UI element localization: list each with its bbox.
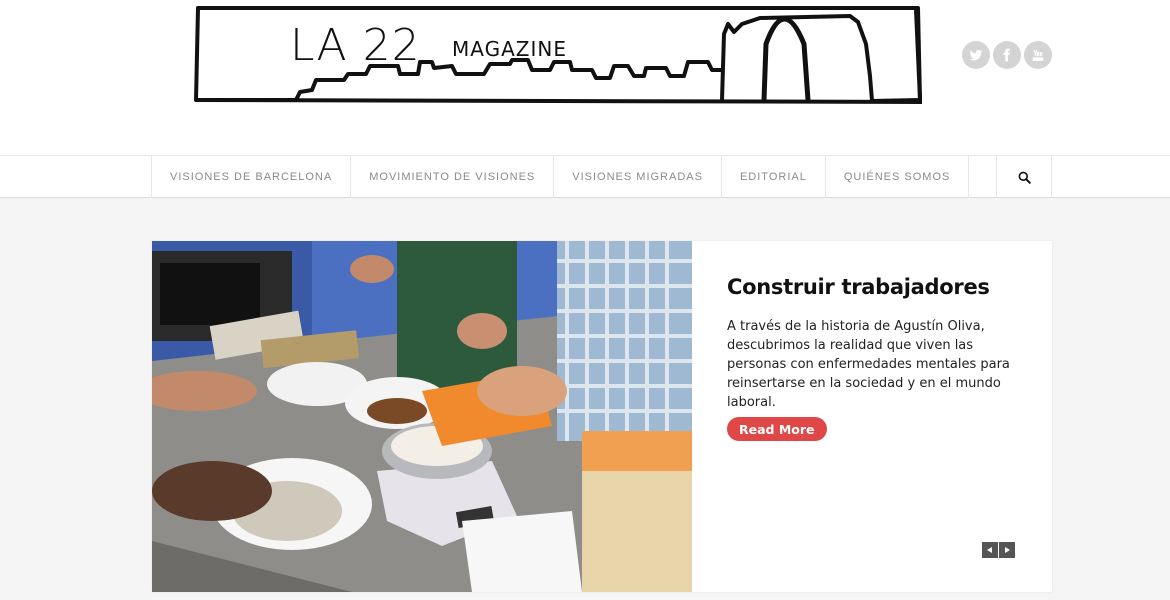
- site-header: LA 22 MAGAZINE: [0, 0, 1170, 155]
- nav-item-quienes-somos[interactable]: QUIÉNES SOMOS: [826, 156, 970, 198]
- nav-menu: VISIONES DE BARCELONA MOVIMIENTO DE VISI…: [151, 156, 1052, 198]
- twitter-icon[interactable]: [962, 41, 990, 69]
- svg-text:MAGAZINE: MAGAZINE: [452, 37, 567, 61]
- main-navigation: VISIONES DE BARCELONA MOVIMIENTO DE VISI…: [0, 155, 1170, 198]
- search-button[interactable]: [996, 156, 1052, 198]
- featured-slider: Construir trabajadores A través de la hi…: [152, 241, 1052, 592]
- slide-content: Construir trabajadores A través de la hi…: [727, 275, 1017, 412]
- nav-item-movimiento-de-visiones[interactable]: MOVIMIENTO DE VISIONES: [351, 156, 555, 198]
- slide-title[interactable]: Construir trabajadores: [727, 275, 1017, 299]
- youtube-icon[interactable]: [1024, 41, 1052, 69]
- slider-controls: [982, 542, 1015, 558]
- cooking-class-photo[interactable]: [152, 241, 692, 592]
- nav-item-editorial[interactable]: EDITORIAL: [722, 156, 826, 198]
- facebook-icon[interactable]: [993, 41, 1021, 69]
- logo-skyline: LA 22 MAGAZINE: [194, 6, 923, 104]
- nav-item-visiones-migradas[interactable]: VISIONES MIGRADAS: [554, 156, 722, 198]
- arrow-right-icon[interactable]: [999, 542, 1015, 558]
- search-icon: [1018, 171, 1031, 184]
- svg-text:LA 22: LA 22: [290, 20, 421, 71]
- arrow-left-icon[interactable]: [982, 542, 998, 558]
- social-links: [962, 41, 1052, 69]
- site-logo[interactable]: LA 22 MAGAZINE: [194, 4, 923, 108]
- read-more-button[interactable]: Read More: [727, 417, 827, 441]
- nav-item-visiones-de-barcelona[interactable]: VISIONES DE BARCELONA: [152, 156, 352, 198]
- slide-excerpt: A través de la historia de Agustín Oliva…: [727, 319, 1010, 410]
